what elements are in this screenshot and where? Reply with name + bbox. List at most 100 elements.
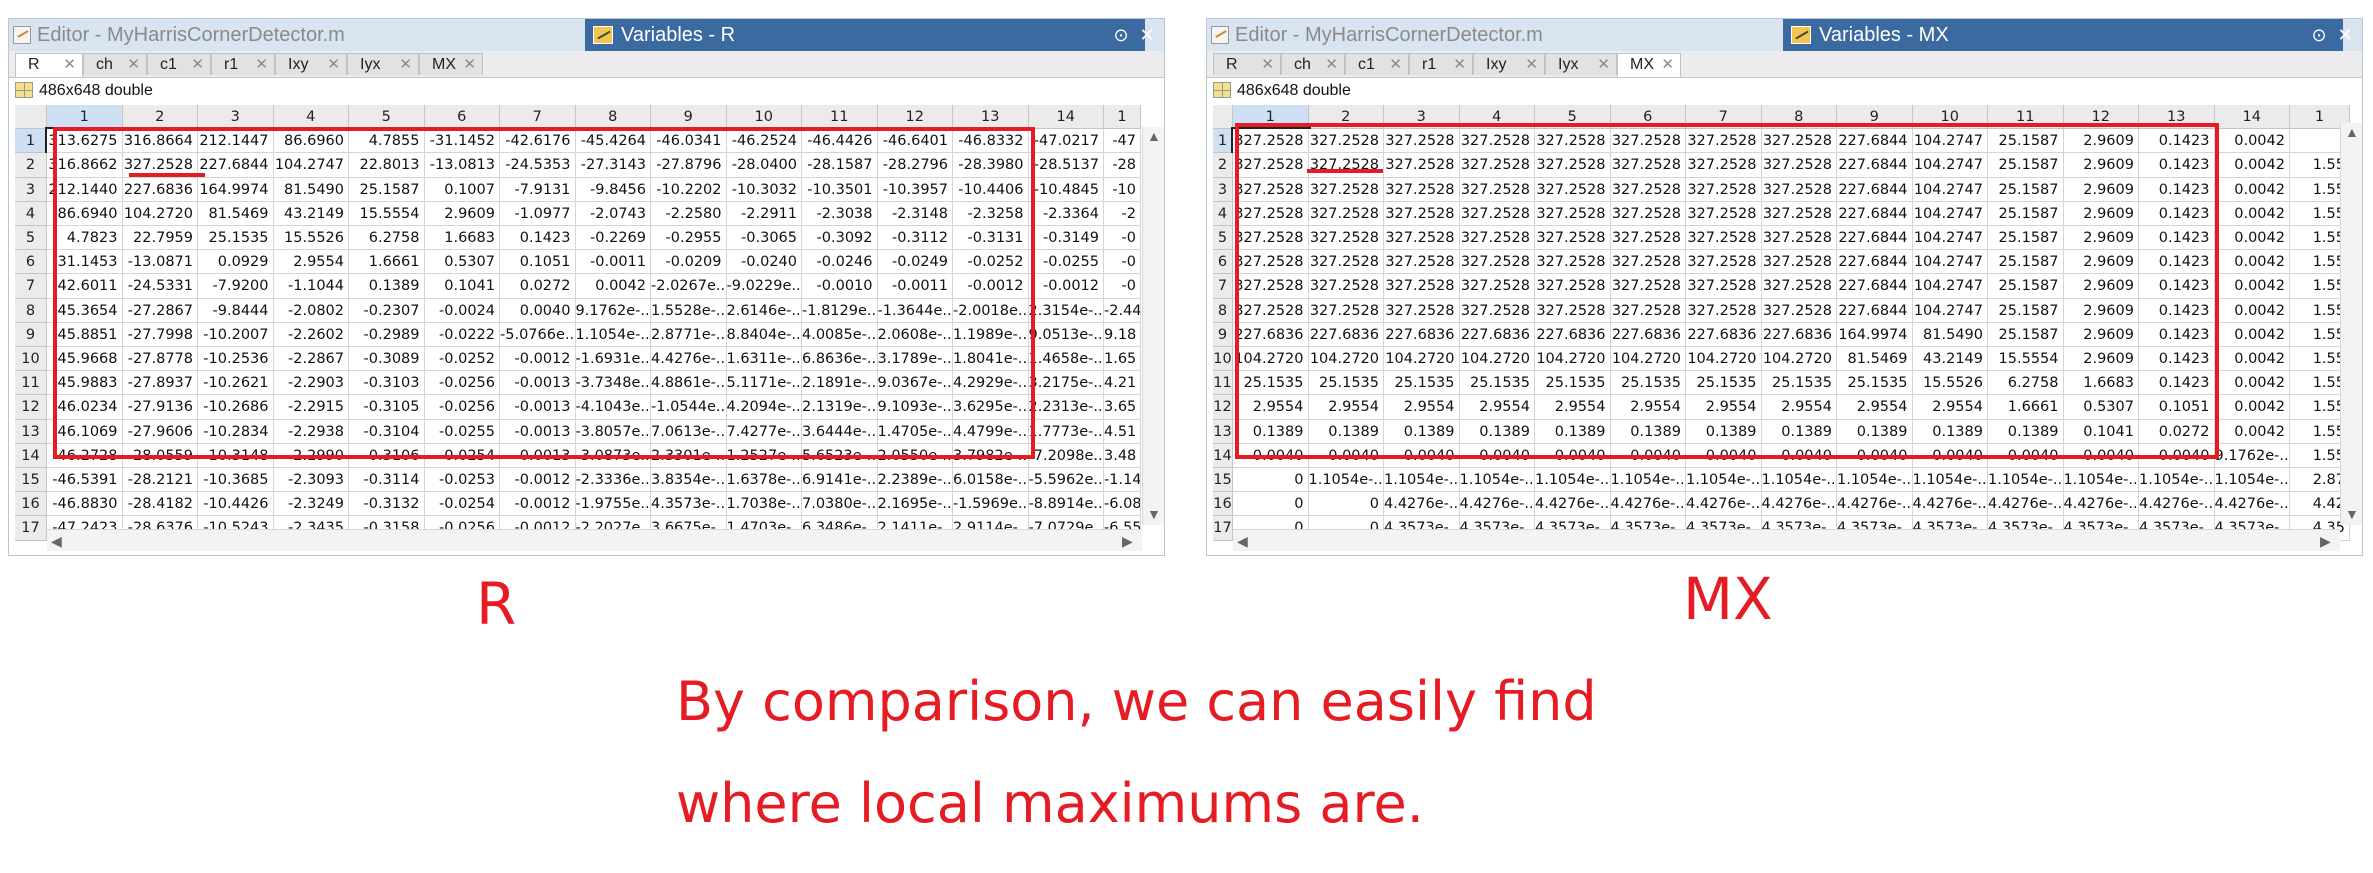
table-cell[interactable]: -0.0209 <box>651 250 727 275</box>
table-cell[interactable]: 0.1389 <box>1686 419 1762 444</box>
table-cell[interactable]: 0.0040 <box>1686 443 1762 468</box>
column-header[interactable]: 2 <box>1308 105 1384 130</box>
column-header[interactable]: 7 <box>500 105 576 130</box>
table-cell[interactable]: -0 <box>1104 274 1141 299</box>
tab-r[interactable]: R ✕ <box>15 53 83 77</box>
table-cell[interactable]: -1.1044 <box>273 274 349 299</box>
table-cell[interactable]: 0.1041 <box>424 274 500 299</box>
table-cell[interactable]: 104.2720 <box>1686 347 1762 372</box>
tab-close-icon[interactable]: ✕ <box>1525 54 1538 76</box>
table-cell[interactable]: -24.5331 <box>122 274 198 299</box>
table-cell[interactable]: 104.2720 <box>1233 347 1309 372</box>
table-cell[interactable]: 0.1389 <box>1837 419 1913 444</box>
table-cell[interactable]: 1.1054e-... <box>1610 468 1686 493</box>
table-cell[interactable]: 327.2528 <box>1459 153 1535 178</box>
table-cell[interactable]: 327.2528 <box>1761 274 1837 299</box>
editor-title-tab[interactable]: Editor - MyHarrisCornerDetector.m <box>37 19 345 51</box>
table-cell[interactable]: 327.2528 <box>1535 153 1611 178</box>
table-cell[interactable]: -2.3336e... <box>575 468 651 493</box>
table-cell[interactable]: 2.9554 <box>1912 395 1988 420</box>
table-cell[interactable]: 227.6844 <box>1837 153 1913 178</box>
table-cell[interactable]: 1.1054e-... <box>1459 468 1535 493</box>
table-cell[interactable]: 0.0272 <box>500 274 576 299</box>
table-cell[interactable]: 15.5554 <box>349 201 425 226</box>
table-cell[interactable]: 327.2528 <box>1384 129 1460 154</box>
table-cell[interactable]: 327.2528 <box>1761 153 1837 178</box>
table-cell[interactable]: -2.3249 <box>273 492 349 517</box>
table-cell[interactable]: 227.6844 <box>1837 177 1913 202</box>
table-cell[interactable]: 104.2720 <box>1535 347 1611 372</box>
row-header[interactable]: 13 <box>1213 419 1233 444</box>
table-cell[interactable]: 25.1587 <box>1988 177 2064 202</box>
table-cell[interactable]: 6.9141e-... <box>802 468 878 493</box>
table-cell[interactable]: 327.2528 <box>1535 298 1611 323</box>
table-cell[interactable]: 0.0042 <box>2214 201 2290 226</box>
table-cell[interactable]: 212.1447 <box>198 129 274 154</box>
table-cell[interactable]: -46.1069 <box>47 419 123 444</box>
table-cell[interactable]: 9.0367e-... <box>877 371 953 396</box>
table-cell[interactable]: 327.2528 <box>1535 201 1611 226</box>
table-cell[interactable]: 43.2149 <box>273 201 349 226</box>
table-cell[interactable]: -2.2990 <box>273 443 349 468</box>
column-header[interactable]: 13 <box>953 105 1029 130</box>
table-cell[interactable]: 25.1535 <box>1308 371 1384 396</box>
table-cell[interactable]: -10.4406 <box>953 177 1029 202</box>
close-icon[interactable]: ✕ <box>2335 25 2355 45</box>
table-cell[interactable]: 0.0040 <box>1610 443 1686 468</box>
table-cell[interactable]: 227.6836 <box>1384 322 1460 347</box>
table-cell[interactable]: 2.9609 <box>2063 153 2139 178</box>
table-cell[interactable]: 2.1695e-... <box>877 492 953 517</box>
table-cell[interactable]: 4.4799e-... <box>953 419 1029 444</box>
table-cell[interactable]: -45.3654 <box>47 298 123 323</box>
row-header[interactable]: 6 <box>1213 250 1233 275</box>
table-cell[interactable]: 2.9609 <box>2063 129 2139 154</box>
row-header[interactable]: 8 <box>1213 298 1233 323</box>
table-cell[interactable]: -0.0256 <box>424 371 500 396</box>
table-cell[interactable]: 3.7982e-... <box>953 443 1029 468</box>
table-cell[interactable]: 1.6683 <box>2063 371 2139 396</box>
table-cell[interactable]: 104.2747 <box>1912 153 1988 178</box>
row-header[interactable]: 11 <box>1213 371 1233 396</box>
table-cell[interactable]: 227.6844 <box>1837 274 1913 299</box>
table-cell[interactable]: 327.2528 <box>1308 250 1384 275</box>
table-cell[interactable]: 25.1587 <box>1988 129 2064 154</box>
table-cell[interactable]: 4.4276e-... <box>1912 492 1988 517</box>
table-cell[interactable]: 3.48 <box>1104 443 1141 468</box>
column-header[interactable]: 10 <box>1912 105 1988 130</box>
table-cell[interactable]: -46.0341 <box>651 129 727 154</box>
table-cell[interactable]: 0.1423 <box>2139 298 2215 323</box>
table-cell[interactable]: -2.0743 <box>575 201 651 226</box>
table-cell[interactable]: 25.1587 <box>1988 153 2064 178</box>
scroll-left-icon[interactable]: ◀ <box>51 534 62 548</box>
column-header[interactable]: 14 <box>1028 105 1104 130</box>
table-cell[interactable]: 3.65 <box>1104 395 1141 420</box>
table-cell[interactable]: -24.5353 <box>500 153 576 178</box>
table-cell[interactable]: -10.2536 <box>198 347 274 372</box>
row-header[interactable]: 16 <box>15 492 47 517</box>
row-header[interactable]: 13 <box>15 419 47 444</box>
table-cell[interactable]: 4.0085e-... <box>802 322 878 347</box>
table-cell[interactable]: -0.3103 <box>349 371 425 396</box>
table-cell[interactable]: 1.1054e-... <box>1988 468 2064 493</box>
table-cell[interactable]: -2.3038 <box>802 201 878 226</box>
table-cell[interactable]: 327.2528 <box>1233 177 1309 202</box>
table-cell[interactable]: 0.1423 <box>2139 201 2215 226</box>
table-cell[interactable]: -2.2938 <box>273 419 349 444</box>
table-cell[interactable]: -0.0252 <box>953 250 1029 275</box>
table-cell[interactable]: 25.1535 <box>1535 371 1611 396</box>
table-cell[interactable]: -0.0011 <box>575 250 651 275</box>
column-header[interactable]: 12 <box>877 105 953 130</box>
table-cell[interactable]: 3.8354e-... <box>651 468 727 493</box>
table-cell[interactable]: 0.1389 <box>349 274 425 299</box>
vertical-scrollbar[interactable]: ▲ ▼ <box>1142 127 1164 525</box>
table-cell[interactable]: -0.0013 <box>500 371 576 396</box>
table-cell[interactable]: -2.2602 <box>273 322 349 347</box>
table-cell[interactable]: 4.8861e-... <box>651 371 727 396</box>
column-header[interactable]: 11 <box>802 105 878 130</box>
table-cell[interactable]: 227.6836 <box>1233 322 1309 347</box>
table-cell[interactable]: -27.9606 <box>122 419 198 444</box>
table-cell[interactable]: -46.4426 <box>802 129 878 154</box>
table-cell[interactable]: -10.4426 <box>198 492 274 517</box>
table-cell[interactable]: -2.3258 <box>953 201 1029 226</box>
row-header[interactable]: 6 <box>15 250 47 275</box>
